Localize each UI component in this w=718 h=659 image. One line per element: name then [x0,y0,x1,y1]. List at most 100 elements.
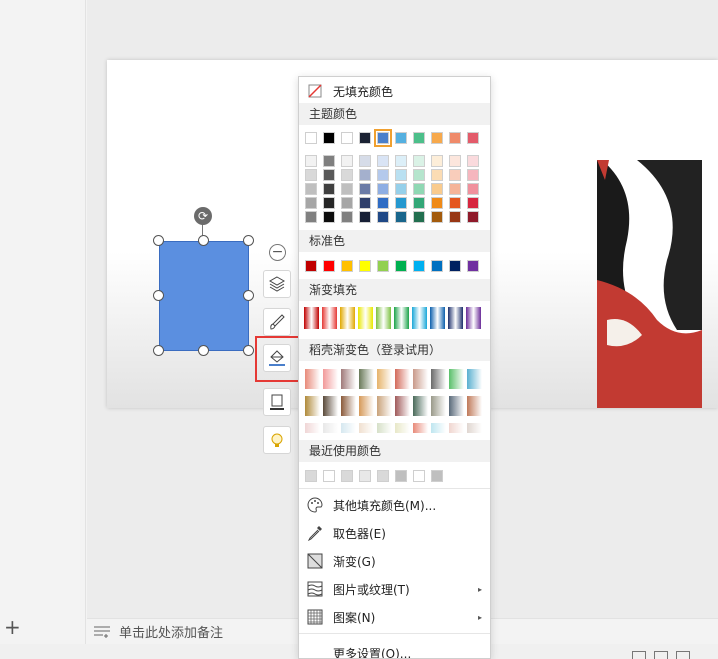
theme-color-swatch[interactable] [359,132,371,144]
theme-shade-swatch[interactable] [359,197,371,209]
theme-shade-swatch[interactable] [413,169,425,181]
recent-color-swatch[interactable] [323,470,335,482]
theme-shade-swatch[interactable] [341,169,353,181]
theme-shade-swatch[interactable] [305,155,317,167]
theme-shade-swatch[interactable] [341,183,353,195]
theme-shade-swatch[interactable] [359,155,371,167]
theme-color-swatch[interactable] [374,129,392,147]
gradient-fill-swatch[interactable] [430,307,445,329]
theme-shade-swatch[interactable] [467,169,479,181]
theme-color-swatch[interactable] [413,132,425,144]
docer-gradient-swatch[interactable] [305,396,320,416]
theme-shade-swatch[interactable] [449,169,461,181]
docer-gradient-swatch[interactable] [395,369,410,389]
theme-shade-swatch[interactable] [359,211,371,223]
docer-gradient-swatch[interactable] [305,423,320,433]
standard-color-swatch[interactable] [377,260,389,272]
gradient-item[interactable]: 渐变(G) [299,549,490,573]
gradient-fill-swatch[interactable] [304,307,319,329]
normal-view-icon[interactable] [632,651,646,659]
docer-gradient-swatch[interactable] [431,423,446,433]
theme-shade-swatch[interactable] [305,211,317,223]
gradient-fill-swatch[interactable] [340,307,355,329]
theme-shade-swatch[interactable] [395,169,407,181]
docer-gradient-swatch[interactable] [305,369,320,389]
outline-button[interactable] [263,388,291,416]
more-fill-colors-item[interactable]: 其他填充颜色(M)... [299,493,490,517]
gradient-fill-swatch[interactable] [376,307,391,329]
gradient-fill-swatch[interactable] [448,307,463,329]
theme-shade-swatch[interactable] [413,197,425,209]
gradient-fill-swatch[interactable] [394,307,409,329]
resize-handle-left[interactable] [153,290,164,301]
standard-color-swatch[interactable] [431,260,443,272]
theme-shade-swatch[interactable] [341,155,353,167]
theme-shade-swatch[interactable] [449,211,461,223]
eyedropper-item[interactable]: 取色器(E) [299,521,490,545]
reading-view-icon[interactable] [676,651,690,659]
docer-gradient-swatch[interactable] [395,423,410,433]
standard-color-swatch[interactable] [305,260,317,272]
theme-shade-swatch[interactable] [341,211,353,223]
resize-handle-bottom-right[interactable] [243,345,254,356]
recent-color-swatch[interactable] [431,470,443,482]
docer-gradient-swatch[interactable] [341,369,356,389]
docer-gradient-swatch[interactable] [323,369,338,389]
docer-gradient-swatch[interactable] [413,369,428,389]
theme-shade-swatch[interactable] [377,169,389,181]
theme-shade-swatch[interactable] [395,211,407,223]
theme-color-swatch[interactable] [305,132,317,144]
standard-color-swatch[interactable] [467,260,479,272]
more-settings-item[interactable]: 更多设置(O)... [299,641,490,659]
theme-shade-swatch[interactable] [323,197,335,209]
docer-gradient-swatch[interactable] [323,423,338,433]
docer-gradient-swatch[interactable] [467,396,482,416]
theme-shade-swatch[interactable] [431,211,443,223]
theme-shade-swatch[interactable] [413,183,425,195]
gradient-fill-swatch[interactable] [358,307,373,329]
theme-color-swatch[interactable] [323,132,335,144]
recent-color-swatch[interactable] [377,470,389,482]
gradient-fill-swatch[interactable] [466,307,481,329]
theme-shade-swatch[interactable] [341,197,353,209]
docer-gradient-swatch[interactable] [449,396,464,416]
resize-handle-top-left[interactable] [153,235,164,246]
docer-gradient-swatch[interactable] [395,396,410,416]
standard-color-swatch[interactable] [341,260,353,272]
theme-shade-swatch[interactable] [377,211,389,223]
docer-gradient-swatch[interactable] [449,369,464,389]
theme-shade-swatch[interactable] [305,197,317,209]
theme-shade-swatch[interactable] [377,197,389,209]
theme-shade-swatch[interactable] [449,155,461,167]
docer-gradient-swatch[interactable] [341,396,356,416]
docer-gradient-swatch[interactable] [377,396,392,416]
theme-shade-swatch[interactable] [431,183,443,195]
standard-color-swatch[interactable] [449,260,461,272]
theme-shade-swatch[interactable] [431,169,443,181]
theme-shade-swatch[interactable] [467,211,479,223]
collapse-toolbar-icon[interactable]: − [269,244,286,261]
add-slide-button[interactable]: + [4,616,22,638]
theme-shade-swatch[interactable] [467,197,479,209]
docer-gradient-swatch[interactable] [359,423,374,433]
theme-shade-swatch[interactable] [395,197,407,209]
recent-color-swatch[interactable] [395,470,407,482]
no-fill-item[interactable]: 无填充颜色 [299,79,490,103]
docer-gradient-swatch[interactable] [449,423,464,433]
theme-shade-swatch[interactable] [449,183,461,195]
docer-gradient-swatch[interactable] [413,396,428,416]
docer-gradient-swatch[interactable] [431,369,446,389]
theme-shade-swatch[interactable] [377,155,389,167]
theme-shade-swatch[interactable] [323,169,335,181]
theme-shade-swatch[interactable] [449,197,461,209]
theme-shade-swatch[interactable] [305,183,317,195]
resize-handle-top-right[interactable] [243,235,254,246]
recent-color-swatch[interactable] [341,470,353,482]
theme-shade-swatch[interactable] [431,197,443,209]
slide-image[interactable] [597,160,702,408]
theme-shade-swatch[interactable] [359,183,371,195]
standard-color-swatch[interactable] [395,260,407,272]
standard-color-swatch[interactable] [323,260,335,272]
resize-handle-bottom-left[interactable] [153,345,164,356]
theme-shade-swatch[interactable] [395,183,407,195]
